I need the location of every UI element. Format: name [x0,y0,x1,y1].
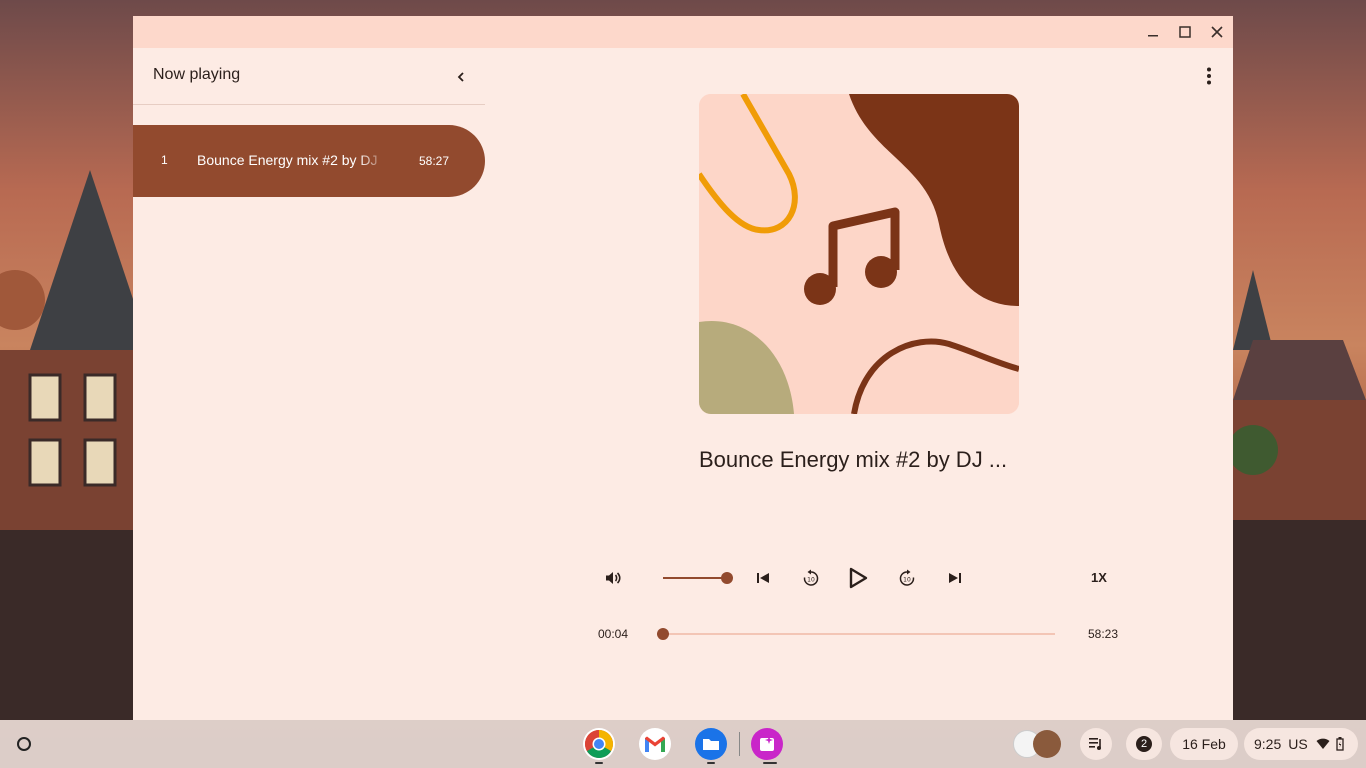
minimize-button[interactable] [1137,16,1169,48]
status-area[interactable]: 9:25 US [1244,728,1358,760]
skip-previous-icon [757,573,769,583]
title-bar [133,16,1233,48]
chevron-left-icon [457,72,464,82]
total-time: 58:23 [1088,627,1119,641]
chrome-icon [585,730,613,758]
minimize-icon [1148,35,1158,37]
play-button[interactable] [844,564,872,592]
shelf: 2 16 Feb 9:25 US [0,720,1366,768]
playback-speed-button[interactable]: 1X [1091,570,1107,585]
track-list-item[interactable]: 1 Bounce Energy mix #2 by DJ 58:27 [133,125,485,197]
track-title: Bounce Energy mix #2 by DJ [197,152,378,168]
gmail-app[interactable] [639,728,671,760]
more-options-button[interactable] [1197,64,1221,88]
seek-bar-thumb[interactable] [657,628,670,640]
sidebar-header: Now playing [133,48,485,105]
date-label: 16 Feb [1182,736,1226,752]
media-controls-button[interactable] [1080,728,1112,760]
close-icon [1211,26,1223,38]
media-app-window: Now playing 1 Bounce Energy mix #2 by DJ… [133,16,1233,720]
svg-text:10: 10 [903,577,911,584]
previous-track-button[interactable] [751,566,775,590]
svg-text:10: 10 [807,577,815,584]
chrome-app[interactable] [583,728,615,760]
album-art [699,94,1019,414]
files-app[interactable] [695,728,727,760]
gallery-app[interactable] [751,728,783,760]
more-vert-icon [1207,67,1211,85]
folder-icon [703,739,719,750]
date-tray[interactable]: 16 Feb [1170,728,1238,760]
now-playing-sidebar: Now playing 1 Bounce Energy mix #2 by DJ… [133,48,485,720]
gallery-active-indicator [763,762,777,764]
launcher-button[interactable] [8,728,40,760]
input-locale: US [1288,736,1308,752]
files-running-indicator [707,762,715,764]
forward-10-icon: 10 [899,569,915,586]
music-note-artwork [699,94,1019,414]
seek-bar-track[interactable] [663,633,1055,635]
notification-count-badge: 2 [1136,736,1152,752]
collapse-sidebar-button[interactable] [449,65,473,89]
holding-space-tray[interactable] [1003,728,1071,760]
forward-10-button[interactable]: 10 [895,566,919,590]
maximize-icon [1179,26,1191,38]
clock-time: 9:25 [1254,736,1282,752]
volume-icon [606,572,621,584]
track-number: 1 [161,153,168,167]
holding-space-thumbnail-image [1033,730,1061,758]
battery-icon [1336,737,1344,751]
chrome-running-indicator [595,762,603,764]
skip-next-icon [949,573,961,583]
wifi-icon [1316,738,1330,749]
wallpaper-castle-right [1233,270,1366,720]
maximize-button[interactable] [1169,16,1201,48]
volume-slider-track[interactable] [663,577,727,579]
queue-music-icon [1089,738,1101,750]
wallpaper-castle-left [0,170,133,720]
close-button[interactable] [1201,16,1233,48]
volume-slider-thumb[interactable] [721,572,733,584]
next-track-button[interactable] [943,566,967,590]
play-icon [849,567,868,589]
replay-10-icon: 10 [803,569,819,586]
launcher-circle-icon [17,737,31,751]
notification-counter[interactable]: 2 [1126,728,1162,760]
track-duration: 58:27 [419,154,450,168]
now-playing-title: Bounce Energy mix #2 by DJ ... [699,447,1008,472]
gallery-icon [760,736,774,751]
sidebar-title: Now playing [153,66,241,83]
current-time: 00:04 [598,627,629,641]
rewind-10-button[interactable]: 10 [799,566,823,590]
volume-button[interactable] [601,566,625,590]
gmail-icon [645,736,665,752]
shelf-divider [739,732,740,756]
